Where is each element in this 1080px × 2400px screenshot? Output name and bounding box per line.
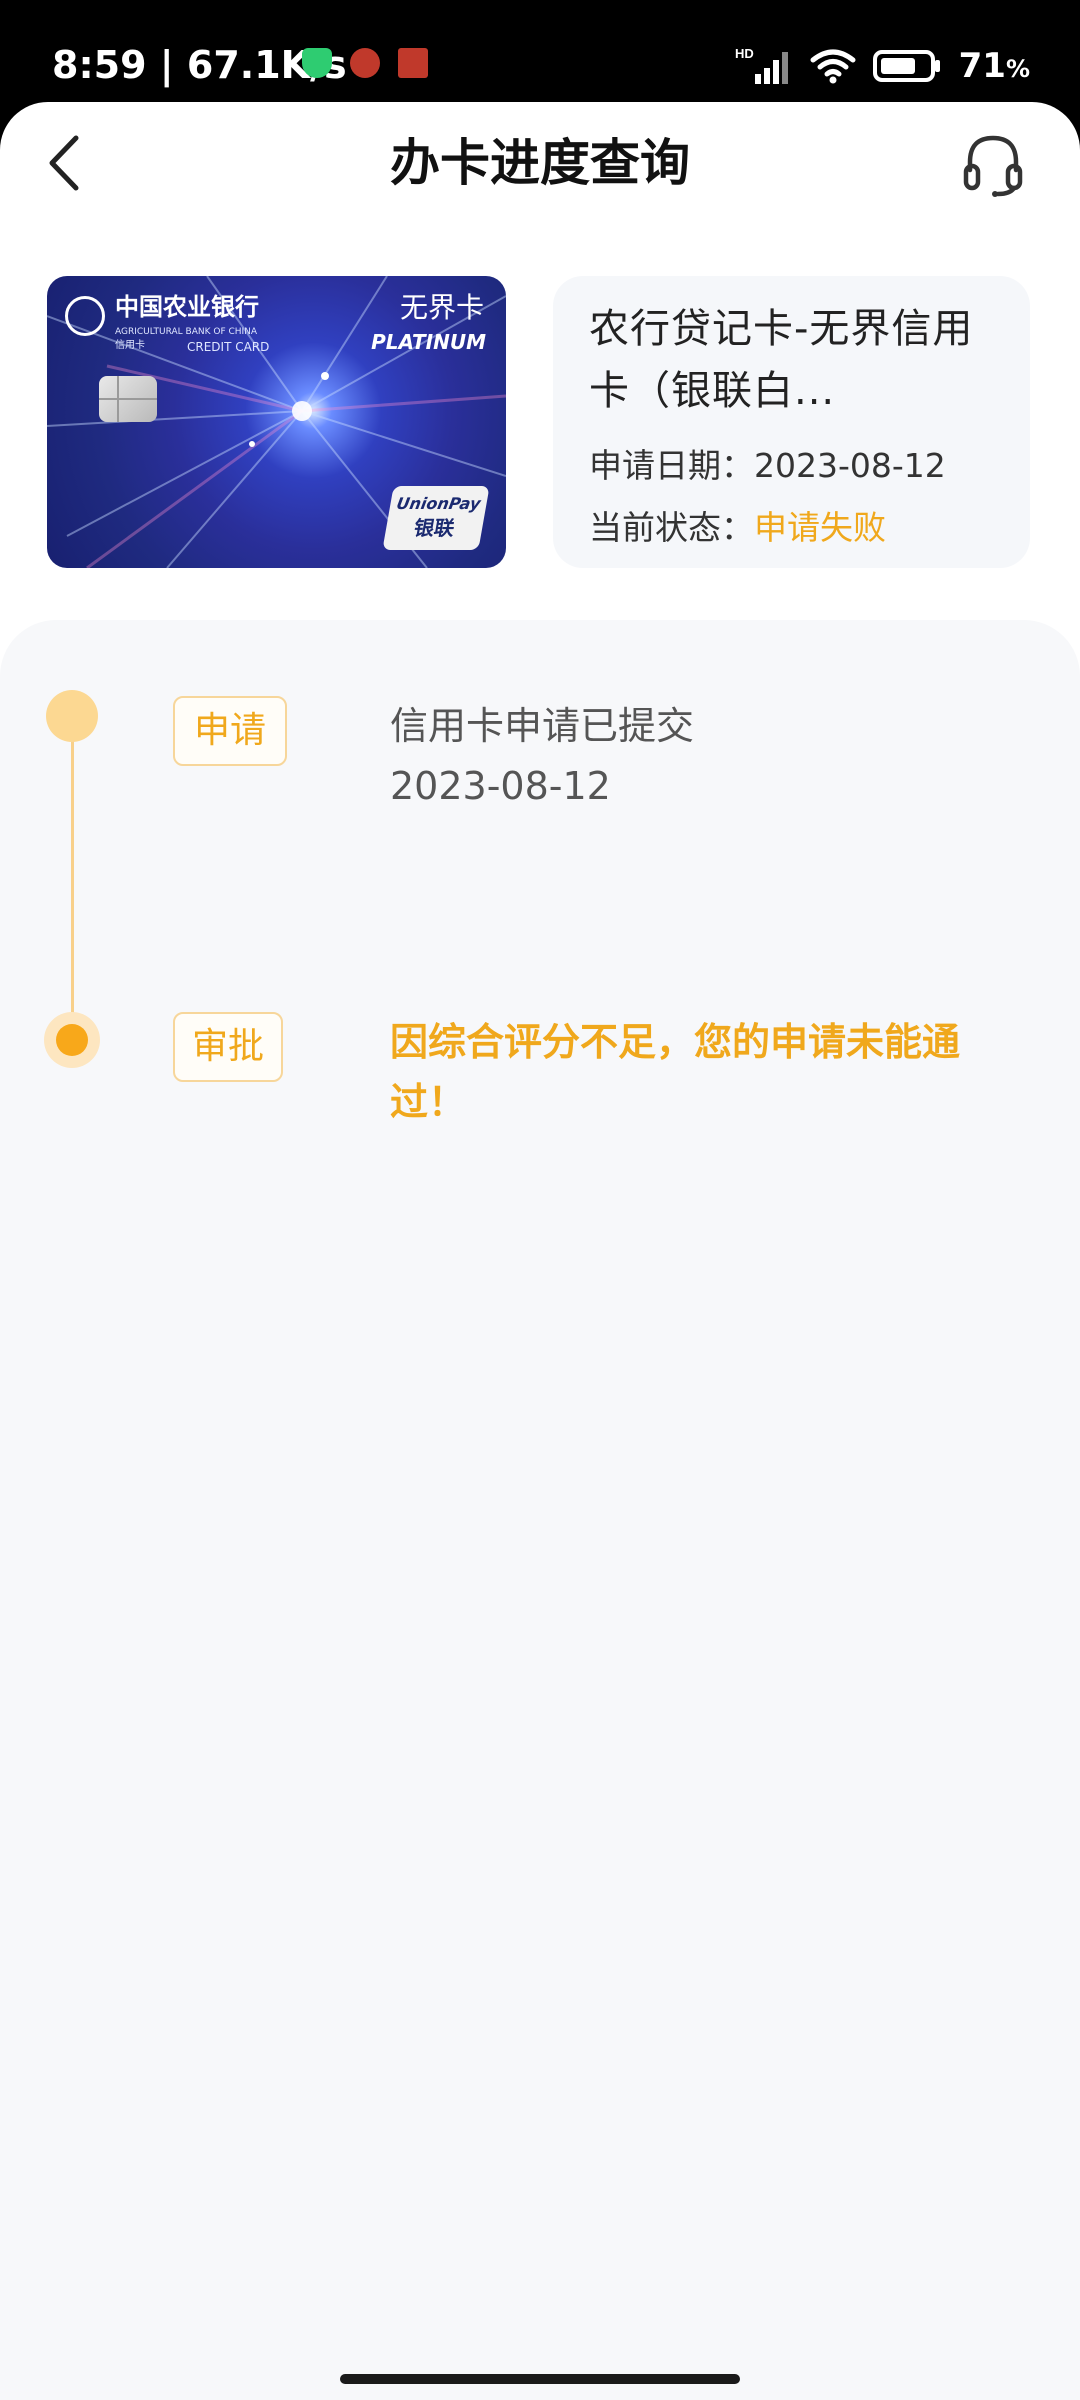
step-date-apply: 2023-08-12: [390, 764, 611, 808]
notification-icons: [302, 48, 428, 78]
headset-icon: [963, 135, 1023, 197]
battery-icon: [872, 50, 940, 82]
progress-panel: 申请 信用卡申请已提交 2023-08-12 审批 因综合评分不足，您的申请未能…: [0, 620, 1080, 2400]
battery-percent: 71%: [958, 46, 1030, 86]
status-bar: 8:59 | 67.1K/s HD 71%: [0, 0, 1080, 100]
timeline-dot-apply: [46, 690, 98, 742]
apply-date-row: 申请日期：2023-08-12: [589, 444, 946, 488]
card-info-box: 农行贷记卡-无界信用卡（银联白... 申请日期：2023-08-12 当前状态：…: [553, 276, 1030, 568]
news-icon: [398, 48, 428, 78]
card-bank-name: 中国农业银行: [115, 292, 259, 321]
card-bank-name-en: AGRICULTURAL BANK OF CHINA: [115, 327, 258, 337]
step-desc-apply: 信用卡申请已提交: [390, 704, 695, 748]
bank-logo-icon: [65, 296, 105, 336]
signal-icon: HD: [735, 46, 788, 84]
unionpay-logo: UnionPay 银联: [382, 486, 490, 550]
unionpay-logo-cn: 银联: [412, 516, 457, 540]
timeline-dot-review-core: [56, 1024, 88, 1056]
card-type-label: CREDIT CARD: [187, 340, 270, 354]
card-brand: 无界卡: [399, 291, 484, 324]
status-right: HD 71%: [735, 44, 1030, 88]
status-label: 当前状态：: [589, 508, 754, 547]
step-desc-review: 因综合评分不足，您的申请未能通过！: [390, 1020, 961, 1124]
unionpay-logo-en: UnionPay: [395, 494, 483, 513]
apply-date-label: 申请日期：: [589, 446, 754, 485]
step-tag-apply: 申请: [173, 696, 287, 766]
network-type: HD: [735, 46, 754, 61]
card-chip-icon: [99, 376, 157, 422]
home-indicator[interactable]: [340, 2374, 740, 2384]
shield-icon: [302, 48, 332, 78]
screen: 8:59 | 67.1K/s HD 71% 办卡进度查询 中国农业银行 AGRI…: [0, 0, 1080, 2400]
nav-bar: 办卡进度查询: [0, 102, 1080, 228]
wifi-icon: [810, 49, 856, 84]
timeline-connector: [71, 740, 74, 1016]
metro-icon: [350, 48, 380, 78]
credit-card-image: 中国农业银行 AGRICULTURAL BANK OF CHINA 信用卡 CR…: [47, 276, 506, 568]
step-tag-review: 审批: [173, 1012, 283, 1082]
app-sheet: 办卡进度查询 中国农业银行 AGRICULTURAL BANK OF CHINA…: [0, 102, 1080, 2400]
clock: 8:59: [52, 43, 147, 87]
status-row: 当前状态：申请失败: [589, 506, 886, 550]
card-tier: PLATINUM: [371, 330, 486, 354]
status-value: 申请失败: [754, 508, 886, 547]
apply-date-value: 2023-08-12: [754, 446, 946, 485]
separator: |: [159, 43, 187, 87]
card-sub-label: 信用卡: [115, 340, 145, 351]
page-title: 办卡进度查询: [390, 134, 690, 192]
card-name: 农行贷记卡-无界信用卡（银联白...: [589, 306, 974, 414]
customer-service-button[interactable]: [962, 132, 1024, 198]
